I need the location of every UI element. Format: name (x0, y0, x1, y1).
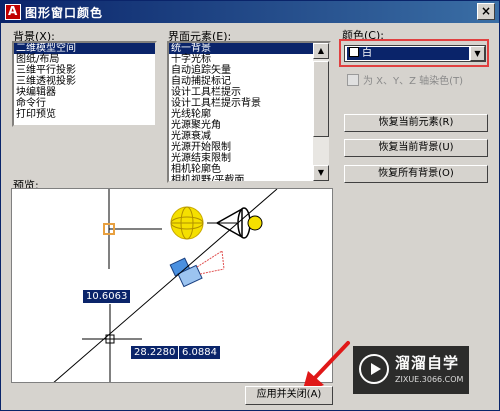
list-item[interactable]: 设计工具栏提示 (169, 87, 329, 98)
autocad-app-icon (5, 4, 21, 20)
watermark-brand: 溜溜自学 (395, 354, 460, 372)
scrollbar-thumb[interactable] (313, 61, 329, 137)
list-item[interactable]: 光源开始限制 (169, 142, 329, 153)
title-bar[interactable]: 图形窗口颜色 × (1, 1, 499, 23)
list-item[interactable]: 统一背景 (169, 43, 329, 54)
restore-all-backgrounds-button[interactable]: 恢复所有背景(O) (344, 165, 488, 183)
list-item[interactable]: 自动捕捉标记 (169, 76, 329, 87)
list-item[interactable]: 命令行 (14, 98, 155, 109)
tint-axes-checkbox[interactable]: 为 X、Y、Z 轴染色(T) (347, 72, 463, 87)
dialog-title: 图形窗口颜色 (25, 6, 104, 20)
color-dropdown[interactable]: 白 ▼ (344, 45, 486, 62)
dimension-tooltip-1: 10.6063 (82, 289, 132, 304)
restore-current-element-button[interactable]: 恢复当前元素(R) (344, 114, 488, 132)
scroll-down-arrow-icon[interactable]: ▼ (313, 165, 329, 181)
list-item[interactable]: 相机轮廓色 (169, 164, 329, 175)
list-item[interactable]: 十字光标 (169, 54, 329, 65)
checkbox-box[interactable] (347, 74, 359, 86)
site-watermark: 溜溜自学 ZIXUE.3066.COM (353, 346, 469, 394)
play-logo-icon (359, 354, 389, 384)
list-item[interactable]: 设计工具栏提示背景 (169, 98, 329, 109)
list-item[interactable]: 自动追踪矢量 (169, 65, 329, 76)
color-value-text: 白 (362, 48, 372, 59)
list-item[interactable]: 二维模型空间 (14, 43, 155, 54)
list-item[interactable]: 光源结束限制 (169, 153, 329, 164)
list-item[interactable]: 打印预览 (14, 109, 155, 120)
color-highlight-frame: 白 ▼ (339, 39, 489, 67)
list-item[interactable]: 相机视野/平截面 (169, 175, 329, 181)
background-context-list[interactable]: 二维模型空间 图纸/布局 三维平行投影 三维透视投影 块编辑器 命令行 打印预览 (12, 41, 157, 127)
color-swatch-icon (349, 47, 359, 57)
camera-icon (169, 250, 225, 288)
graphics-window-color-dialog: 图形窗口颜色 × 背景(X): 二维模型空间 图纸/布局 三维平行投影 三维透视… (0, 0, 500, 411)
list-item[interactable]: 光线轮廓 (169, 109, 329, 120)
watermark-url: ZIXUE.3066.COM (395, 375, 464, 384)
close-button[interactable]: × (477, 3, 495, 20)
list-item[interactable]: 光源聚光角 (169, 120, 329, 131)
dimension-tooltip-3: 6.0884 (178, 345, 221, 360)
dimension-tooltip-2: 28.2280 (130, 345, 180, 360)
list-item[interactable]: 三维平行投影 (14, 65, 155, 76)
list-item[interactable]: 块编辑器 (14, 87, 155, 98)
chevron-down-icon[interactable]: ▼ (470, 46, 485, 61)
apply-and-close-button[interactable]: 应用并关闭(A) (245, 386, 333, 405)
element-list-scrollbar[interactable]: ▲ ▼ (313, 43, 329, 181)
restore-current-background-button[interactable]: 恢复当前背景(U) (344, 139, 488, 157)
list-item[interactable]: 光源衰减 (169, 131, 329, 142)
tint-axes-label: 为 X、Y、Z 轴染色(T) (363, 76, 464, 87)
scroll-up-arrow-icon[interactable]: ▲ (313, 43, 329, 59)
color-selected-value: 白 (347, 47, 469, 60)
interface-element-list[interactable]: 统一背景 十字光标 自动追踪矢量 自动捕捉标记 设计工具栏提示 设计工具栏提示背… (167, 41, 331, 183)
list-item[interactable]: 图纸/布局 (14, 54, 155, 65)
preview-area: 10.6063 28.2280 6.0884 (11, 188, 333, 383)
list-item[interactable]: 三维透视投影 (14, 76, 155, 87)
